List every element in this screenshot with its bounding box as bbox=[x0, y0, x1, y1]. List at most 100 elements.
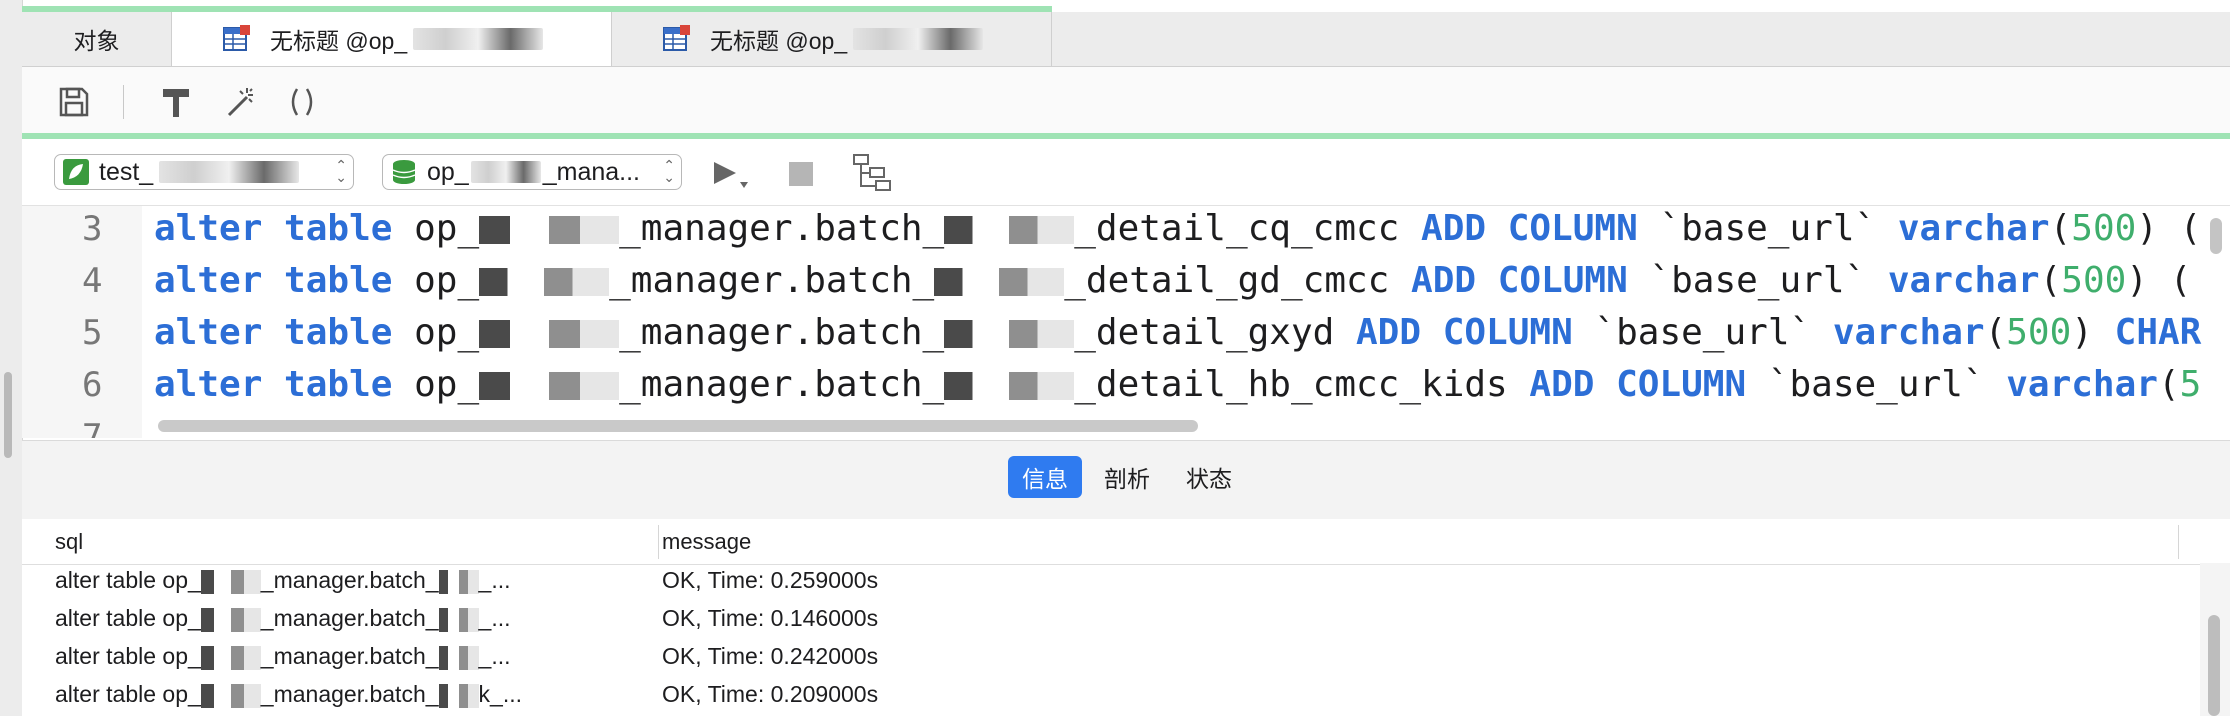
tab-query-2[interactable]: 无标题 @op_ bbox=[612, 12, 1052, 66]
line-number: 6 bbox=[82, 365, 103, 405]
code-token: _manager.batch_ bbox=[619, 208, 945, 249]
cell-message[interactable]: OK, Time: 0.259000s bbox=[662, 561, 878, 599]
tab-label: 无标题 @op_ bbox=[270, 28, 408, 54]
redacted-text bbox=[200, 607, 261, 632]
code-line[interactable]: 3 alter table op_ _manager.batch_ _detail_c… bbox=[22, 206, 2230, 255]
connection-leaf-icon bbox=[63, 159, 89, 185]
stop-button[interactable] bbox=[788, 161, 814, 192]
redacted-text bbox=[853, 28, 984, 50]
redacted-text bbox=[413, 28, 544, 50]
keyword: ADD COLUMN bbox=[1356, 312, 1573, 353]
code-token: `base_url` bbox=[1746, 364, 2007, 405]
code-line[interactable]: 6 alter table op_ _manager.batch_ _detail_h… bbox=[22, 359, 2230, 411]
database-suffix: _mana... bbox=[542, 157, 640, 186]
save-button[interactable] bbox=[56, 84, 92, 120]
table-row[interactable]: alter table op_ _manager.batch_ _... OK, Ti… bbox=[22, 637, 2202, 675]
editor-horizontal-scrollbar[interactable] bbox=[158, 420, 1198, 432]
code-token: _detail_gd_cmcc bbox=[1064, 260, 1412, 301]
code-token: ( bbox=[2049, 208, 2072, 249]
number-literal: 500 bbox=[2071, 208, 2137, 249]
cell-sql[interactable]: alter table op_ _manager.batch_ k_... bbox=[55, 675, 635, 713]
code-token: op_ bbox=[392, 260, 480, 301]
table-row[interactable]: alter table op_ _manager.batch_ _... OK, Ti… bbox=[22, 599, 2202, 637]
keyword: CHAR bbox=[2114, 312, 2202, 353]
line-number: 3 bbox=[82, 209, 103, 249]
cell-message[interactable]: OK, Time: 0.209000s bbox=[662, 675, 878, 713]
database-select[interactable]: op_ _mana... ⌃ ⌄ bbox=[382, 154, 682, 190]
cell-sql[interactable]: alter table op_ _manager.batch_ _... bbox=[55, 599, 635, 637]
tab-label: 信息 bbox=[1022, 466, 1068, 492]
sql-text: _... bbox=[478, 567, 511, 593]
cell-sql[interactable]: alter table op_ _manager.batch_ _... bbox=[55, 561, 635, 599]
code-line[interactable]: 5 alter table op_ _manager.batch_ _detail_g… bbox=[22, 307, 2230, 359]
code-token: ) ( bbox=[2126, 260, 2192, 301]
code-line[interactable]: 4 alter table op_ _manager.batch_ _detail_g… bbox=[22, 255, 2230, 307]
keyword: alter table bbox=[154, 208, 393, 249]
sql-text: alter table op_ bbox=[55, 567, 201, 593]
sql-editor[interactable]: 3 alter table op_ _manager.batch_ _detail_c… bbox=[22, 206, 2230, 438]
cell-message[interactable]: OK, Time: 0.146000s bbox=[662, 599, 878, 637]
code-text: alter table op_ _manager.batch_ _detail_gx… bbox=[154, 307, 2201, 359]
column-header-sql[interactable]: sql bbox=[55, 519, 83, 564]
tab-status[interactable]: 状态 bbox=[1172, 456, 1246, 498]
keyword: ADD COLUMN bbox=[1421, 208, 1638, 249]
grid-vertical-scrollbar[interactable] bbox=[2208, 615, 2220, 716]
keyword: alter table bbox=[154, 312, 393, 353]
code-token: _detail_hb_cmcc_kids bbox=[1074, 364, 1530, 405]
table-row[interactable]: alter table op_ _manager.batch_ k_... OK, T… bbox=[22, 675, 2202, 713]
connection-select[interactable]: test_ ⌃ ⌄ bbox=[54, 154, 354, 190]
run-play-icon bbox=[714, 162, 748, 188]
redacted-text bbox=[200, 645, 261, 670]
redacted-text bbox=[159, 161, 300, 183]
tab-objects[interactable]: 对象 bbox=[22, 12, 172, 66]
code-token: `base_url` bbox=[1572, 312, 1833, 353]
cell-message[interactable]: OK, Time: 0.242000s bbox=[662, 637, 878, 675]
code-token: op_ bbox=[392, 208, 480, 249]
column-divider[interactable] bbox=[658, 525, 659, 559]
cell-sql[interactable]: alter table op_ _manager.batch_ _... bbox=[55, 637, 635, 675]
redacted-text bbox=[438, 569, 479, 594]
database-name: op_ bbox=[427, 157, 469, 186]
connection-name: test_ bbox=[99, 157, 154, 186]
keyword: alter table bbox=[154, 260, 393, 301]
tab-query-1[interactable]: 无标题 @op_ bbox=[172, 12, 612, 66]
code-token: ( bbox=[2157, 364, 2180, 405]
redacted-text bbox=[479, 268, 610, 296]
keyword: ADD COLUMN bbox=[1411, 260, 1628, 301]
number-literal: 500 bbox=[2006, 312, 2072, 353]
toolbar-divider bbox=[123, 85, 124, 119]
keyword: varchar bbox=[1887, 260, 2040, 301]
number-literal: 5 bbox=[2179, 364, 2202, 405]
redacted-text bbox=[470, 161, 541, 183]
table-row[interactable]: alter table op_ _manager.batch_ _... OK, Ti… bbox=[22, 561, 2202, 599]
tab-profile[interactable]: 剖析 bbox=[1090, 456, 1164, 498]
left-panel-edge bbox=[0, 0, 23, 716]
explain-button[interactable] bbox=[852, 153, 892, 198]
column-divider[interactable] bbox=[2178, 525, 2179, 559]
sql-text: k_... bbox=[478, 681, 522, 707]
tab-bar: 对象 无标题 @op_ 无标题 @op_ bbox=[22, 12, 2230, 67]
select-arrows-icon: ⌃ ⌄ bbox=[663, 157, 675, 185]
editor-vertical-scrollbar[interactable] bbox=[2210, 218, 2222, 254]
result-tabs: 信息 剖析 状态 bbox=[22, 440, 2230, 520]
query-table-icon bbox=[222, 24, 252, 54]
tab-label: 状态 bbox=[1186, 466, 1232, 492]
code-text: alter table op_ _manager.batch_ _detail_gd… bbox=[154, 255, 2191, 307]
result-grid: sql message alter table op_ _manager.batc… bbox=[22, 519, 2230, 716]
keyword: varchar bbox=[1897, 208, 2050, 249]
code-token: ) ( bbox=[2136, 208, 2202, 249]
panel-resize-handle[interactable] bbox=[4, 372, 12, 458]
tab-info[interactable]: 信息 bbox=[1008, 456, 1082, 498]
sql-text: alter table op_ bbox=[55, 605, 201, 631]
column-header-message[interactable]: message bbox=[662, 519, 751, 564]
wrap-parentheses-button[interactable] bbox=[284, 84, 320, 120]
format-button[interactable] bbox=[158, 84, 194, 120]
sql-text: _manager.batch_ bbox=[260, 681, 439, 707]
run-button[interactable] bbox=[710, 158, 756, 197]
beautify-button[interactable] bbox=[222, 84, 258, 120]
format-hammer-icon bbox=[163, 89, 189, 117]
redacted-text bbox=[934, 268, 1065, 296]
redacted-text bbox=[438, 645, 479, 670]
keyword: ADD COLUMN bbox=[1529, 364, 1747, 405]
query-table-icon bbox=[662, 24, 692, 54]
